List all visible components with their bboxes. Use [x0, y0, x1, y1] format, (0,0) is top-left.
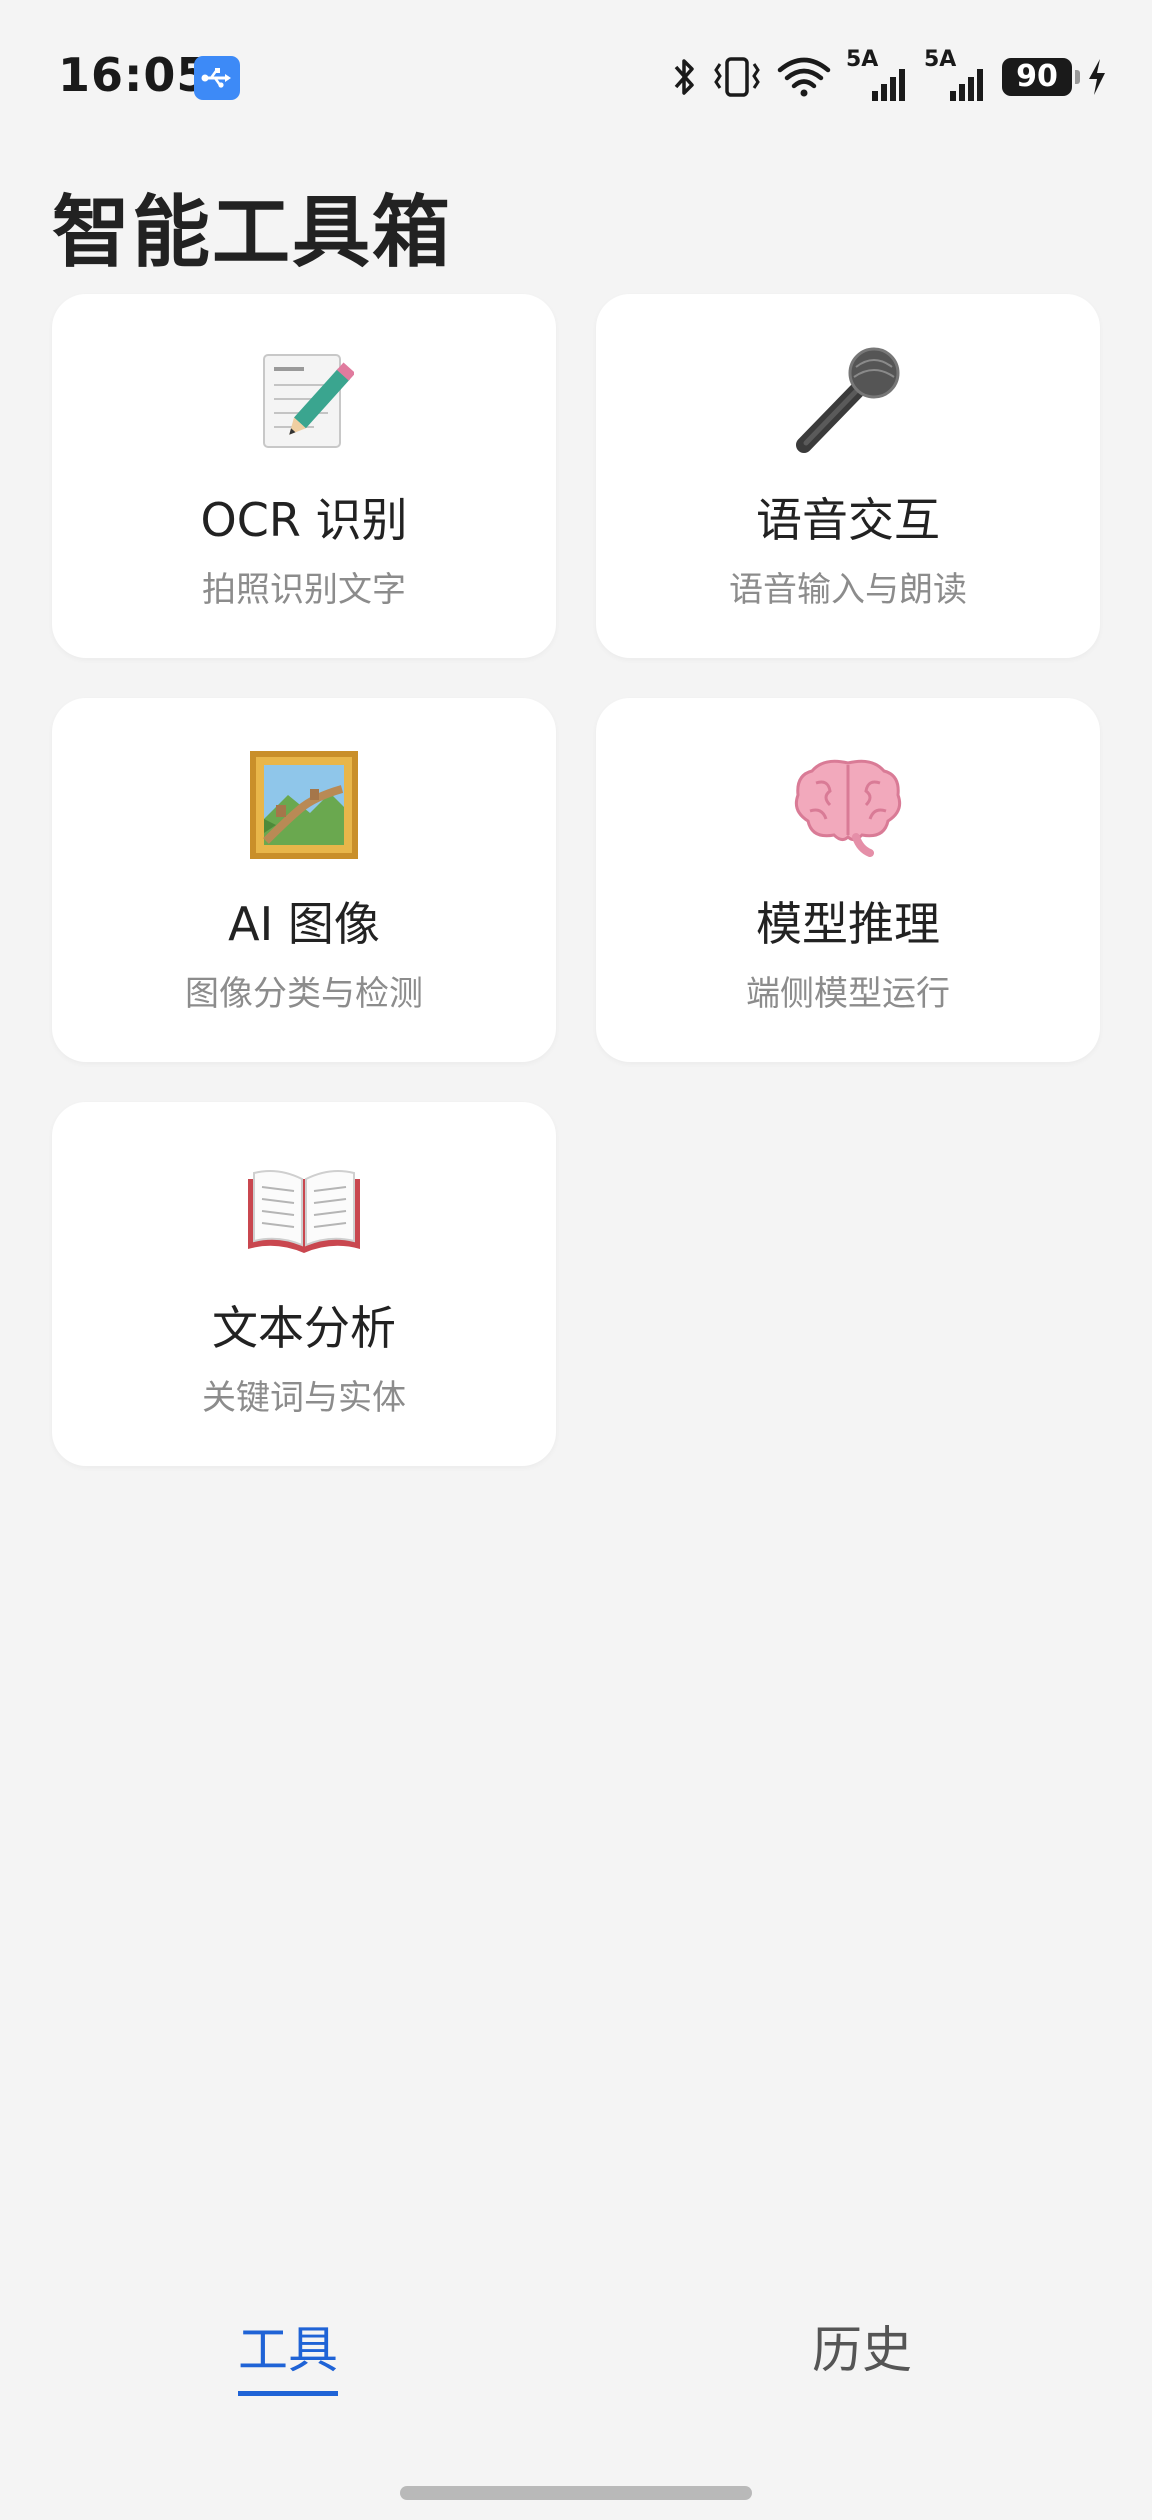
tab-history[interactable]: 历史	[812, 2310, 912, 2382]
home-indicator[interactable]	[400, 2486, 752, 2500]
tool-card-title: 模型推理	[756, 897, 940, 951]
app-screen: 16:05 5A 5A 90 智能工具箱 OCR 识别 拍照识别文字 语音交互 …	[0, 0, 1152, 2520]
status-time: 16:05	[58, 48, 210, 102]
cellular-signal-1: 5A	[846, 47, 910, 101]
tool-card-model-inference[interactable]: 模型推理 端侧模型运行	[596, 698, 1100, 1062]
active-tab-indicator	[238, 2391, 338, 2396]
tool-card-title: 文本分析	[212, 1301, 396, 1355]
signal-bars-icon	[872, 69, 905, 101]
usb-icon	[194, 56, 240, 100]
signal-bars-icon	[950, 69, 983, 101]
page-title: 智能工具箱	[52, 188, 453, 278]
tool-card-subtitle: 关键词与实体	[202, 1378, 406, 1418]
tool-card-ai-image[interactable]: AI 图像 图像分类与检测	[52, 698, 556, 1062]
brain-icon	[596, 750, 1100, 860]
microphone-icon	[596, 346, 1100, 456]
tool-card-subtitle: 语音输入与朗读	[729, 570, 967, 610]
memo-icon	[52, 346, 556, 456]
battery-level: 90	[1016, 59, 1058, 94]
framed-picture-icon	[52, 750, 556, 860]
open-book-icon	[52, 1154, 556, 1264]
tool-card-title: OCR 识别	[200, 493, 408, 547]
tool-card-subtitle: 端侧模型运行	[746, 974, 950, 1014]
battery-icon: 90	[1002, 58, 1080, 96]
cellular-signal-2: 5A	[924, 47, 988, 101]
bluetooth-icon	[674, 59, 694, 95]
wifi-icon	[777, 57, 831, 97]
tool-card-title: 语音交互	[756, 493, 940, 547]
charging-icon	[1089, 59, 1105, 95]
tool-card-subtitle: 拍照识别文字	[202, 570, 406, 610]
tab-label: 历史	[812, 2321, 912, 2379]
tab-label: 工具	[238, 2321, 338, 2379]
tool-card-title: AI 图像	[228, 897, 380, 951]
status-icons: 5A 5A 90	[672, 47, 1108, 102]
tool-card-voice[interactable]: 语音交互 语音输入与朗读	[596, 294, 1100, 658]
status-bar: 16:05 5A 5A 90	[0, 0, 1152, 150]
tab-tools[interactable]: 工具	[238, 2310, 338, 2396]
tool-card-ocr[interactable]: OCR 识别 拍照识别文字	[52, 294, 556, 658]
tool-card-text-analysis[interactable]: 文本分析 关键词与实体	[52, 1102, 556, 1466]
vibrate-icon	[714, 57, 760, 97]
tool-card-subtitle: 图像分类与检测	[185, 974, 423, 1014]
